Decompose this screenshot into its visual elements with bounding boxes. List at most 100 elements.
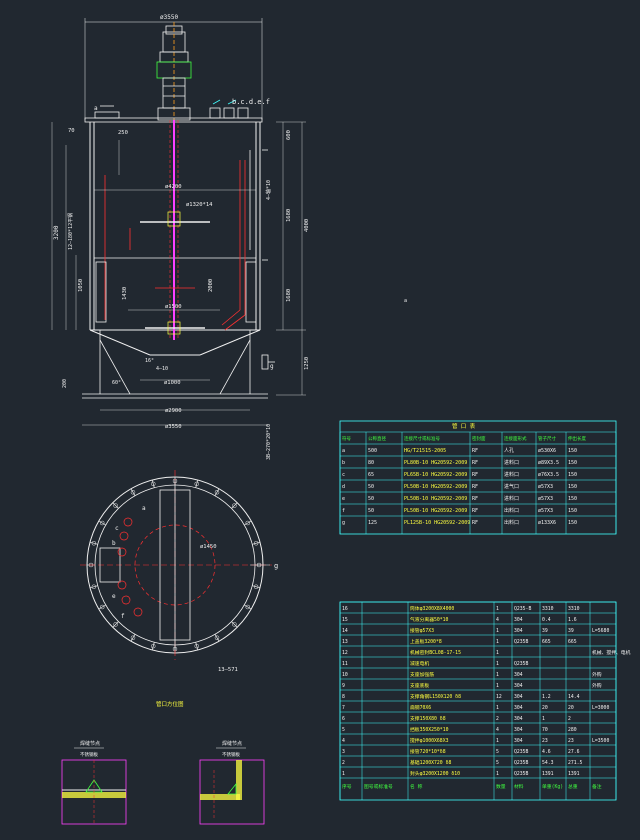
plan-c-label: c: [115, 525, 119, 532]
cad-drawing: ø3550 a b.c.d.e.f 70 250 ø1320*14 ø4200 …: [0, 0, 640, 840]
parts-cell: 1: [496, 606, 499, 612]
nozzle-header-cell: 连接尺寸或标准号: [404, 435, 440, 442]
parts-footer-cell: 序号: [342, 783, 352, 790]
nozzle-a-label: a: [94, 105, 98, 112]
parts-cell: 外购: [592, 671, 602, 678]
nozzle-header-cell: 公称直径: [368, 435, 386, 442]
parts-cell: 14: [342, 628, 348, 634]
nozzle-cell: 500: [368, 448, 377, 454]
nozzle-cell: b: [342, 460, 345, 466]
nozzle-table-title: 管 口 表: [452, 422, 476, 430]
parts-cell: 4: [496, 727, 499, 733]
nozzle-cell: RF: [472, 484, 478, 490]
parts-cell: 1: [542, 716, 545, 722]
parts-cell: Q235B: [514, 661, 529, 667]
parts-cell: 5: [496, 749, 499, 755]
parts-cell: 665: [568, 639, 577, 645]
parts-footer-cell: 图号或标准号: [364, 783, 393, 790]
dim-1250: 1250: [304, 357, 310, 370]
nozzle-cell: a: [342, 448, 345, 454]
parts-cell: 12: [342, 650, 348, 656]
dim-1680b: 1680: [286, 289, 292, 302]
parts-cell: 扁钢70X6: [410, 704, 431, 711]
nozzle-cell: 人孔: [504, 447, 514, 454]
parts-cell: 1: [496, 639, 499, 645]
parts-cell: 1: [496, 661, 499, 667]
parts-cell: 271.5: [568, 760, 583, 766]
plan-e-label: e: [112, 593, 116, 600]
nozzle-cell: RF: [472, 472, 478, 478]
nozzle-header-cell: 连接面形式: [504, 435, 527, 442]
parts-footer-cell: 备注: [592, 783, 602, 790]
parts-cell: 23: [568, 738, 574, 744]
parts-cell: 11: [342, 661, 348, 667]
nozzle-cell: ø133X6: [538, 520, 556, 526]
parts-cell: 304: [514, 738, 523, 744]
parts-cell: L=3000: [592, 705, 609, 711]
nozzle-cell: e: [342, 496, 345, 502]
nozzle-cell: 50: [368, 496, 374, 502]
parts-cell: 14.4: [568, 694, 580, 700]
dim-1050: 1050: [78, 279, 84, 292]
parts-cell: 外购: [592, 682, 602, 689]
nozzle-cell: ø57X3: [538, 484, 553, 490]
dim-3550b: ø3550: [165, 424, 182, 430]
parts-cell: 4: [342, 738, 345, 744]
nozzle-cell: f: [342, 508, 345, 514]
dim-1000: ø1000: [164, 380, 181, 386]
dim-200: 200: [62, 379, 68, 388]
nozzle-cell: RF: [472, 448, 478, 454]
parts-cell: 机械、搅拌、电机: [592, 649, 631, 656]
nozzle-cell: 进料口: [504, 471, 519, 478]
parts-cell: Q235B: [514, 771, 529, 777]
plan-g-label: g: [274, 562, 278, 570]
dim-top-width: ø3550: [160, 14, 178, 21]
nozzle-header-cell: 符号: [342, 435, 351, 442]
nozzle-header-cell: 密封面: [472, 435, 486, 442]
stray-mark: a: [404, 298, 407, 304]
nozzle-cell: RF: [472, 520, 478, 526]
nozzle-cell: RF: [472, 508, 478, 514]
nozzle-cell: 150: [568, 472, 577, 478]
nozzle-header-cell: 管子尺寸: [538, 435, 556, 442]
parts-cell: 1: [496, 705, 499, 711]
parts-cell: 挡板350X250*10: [410, 726, 449, 733]
parts-cell: 304: [514, 705, 523, 711]
parts-cell: 支撑角钢L150X120 δ8: [410, 693, 461, 700]
parts-cell: 304: [514, 672, 523, 678]
detail-right-sub: 不锈钢板: [222, 751, 240, 758]
nozzle-cell: PL50B-10 HG20592-2009: [404, 508, 467, 514]
parts-cell: 筒体φ3200X8X4000: [410, 605, 454, 612]
parts-cell: L=3500: [592, 738, 609, 744]
parts-cell: 9: [342, 683, 345, 689]
parts-cell: 15: [342, 617, 348, 623]
nozzle-cell: 80: [368, 460, 374, 466]
parts-cell: 支座加强筋: [410, 671, 434, 678]
parts-footer-cell: 名 称: [410, 783, 423, 790]
parts-cell: 665: [542, 639, 551, 645]
dim-2000: 2000: [208, 279, 214, 292]
drawing-background: [0, 0, 640, 840]
dim-60: 60°: [112, 380, 121, 386]
nozzle-cell: 进料口: [504, 495, 519, 502]
dim-4-10: 4—10: [156, 366, 168, 372]
dim-1500: ø1500: [165, 304, 182, 310]
nozzle-cell: 50: [368, 484, 374, 490]
dim-250: 250: [118, 130, 128, 136]
nozzle-cell: RF: [472, 460, 478, 466]
nozzle-letters: b.c.d.e.f: [232, 98, 270, 106]
nozzle-header-cell: 伸出长度: [568, 435, 586, 442]
parts-cell: 12: [496, 694, 502, 700]
parts-cell: 1: [496, 650, 499, 656]
parts-cell: 304: [514, 683, 523, 689]
plan-dim-13-571: 13—571: [218, 667, 238, 673]
parts-cell: 3310: [568, 606, 580, 612]
parts-cell: 3310: [542, 606, 554, 612]
dim-16: 16°: [145, 358, 154, 364]
impeller-note: ø1320*14: [186, 202, 213, 208]
parts-cell: 10: [342, 672, 348, 678]
nozzle-cell: 出料口: [504, 507, 519, 514]
nozzle-cell: 150: [568, 460, 577, 466]
parts-cell: 8: [342, 694, 345, 700]
parts-cell: 54.3: [542, 760, 554, 766]
